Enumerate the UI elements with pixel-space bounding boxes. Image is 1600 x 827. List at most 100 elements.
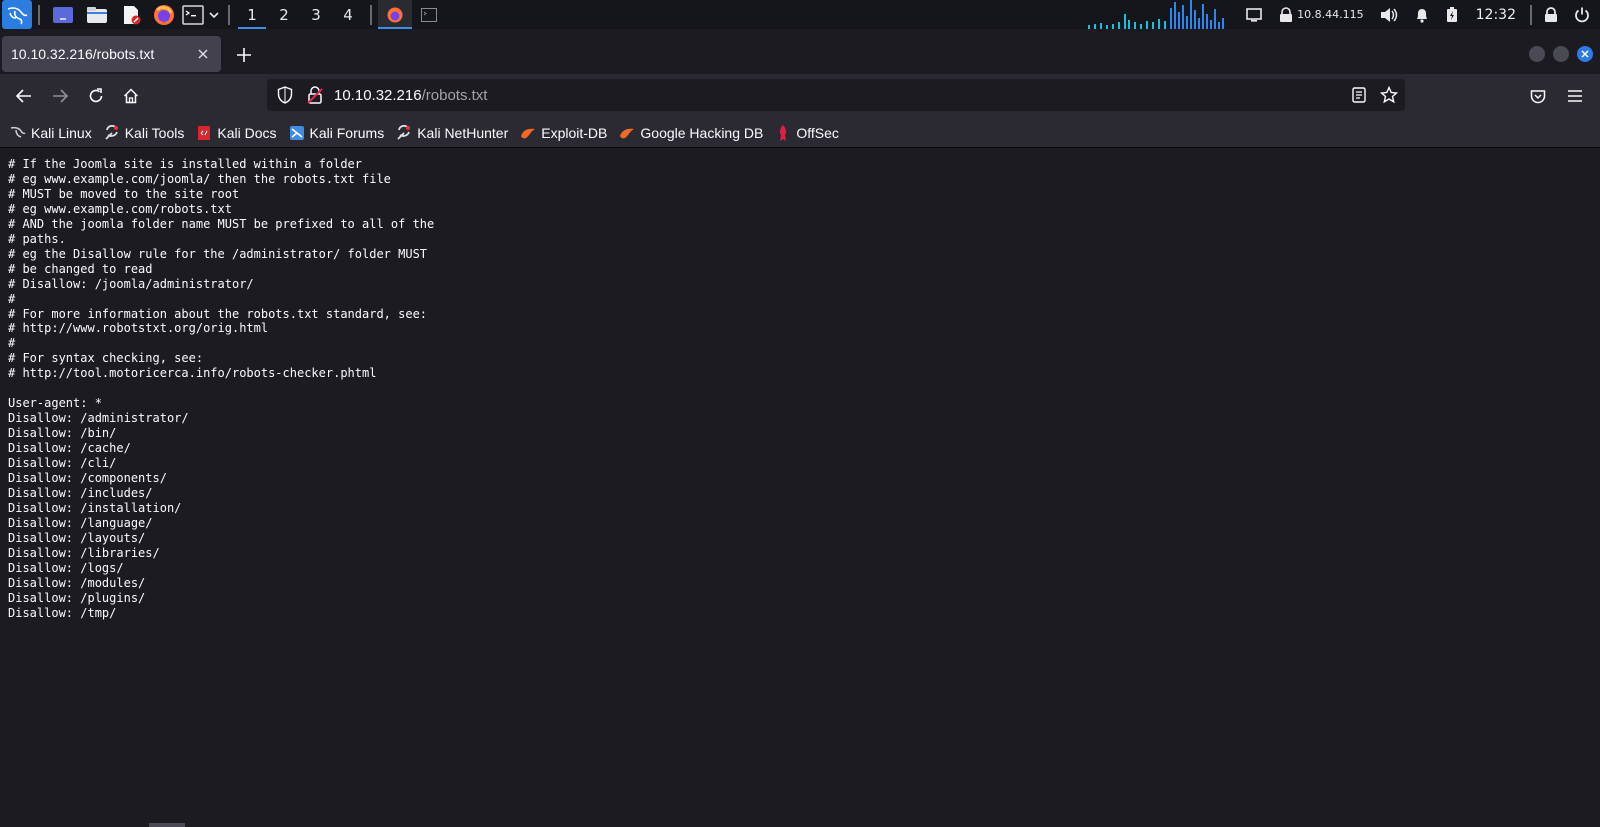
- lock-icon: [1545, 6, 1557, 22]
- panel-clock[interactable]: 12:32: [1466, 7, 1526, 23]
- hamburger-menu-icon: [1568, 90, 1582, 102]
- workspace-label: 1: [247, 5, 257, 24]
- taskbar-firefox-window[interactable]: [378, 0, 412, 29]
- system-tray: 10.8.44.115 12:32: [1086, 0, 1600, 29]
- workspace-1[interactable]: 1: [236, 0, 268, 29]
- url-bar[interactable]: 10.10.32.216/robots.txt: [267, 79, 1405, 111]
- kali-docs-icon: [196, 125, 212, 141]
- network-activity-graph: [1086, 0, 1226, 29]
- terminal-launcher-button[interactable]: [180, 0, 206, 29]
- offsec-icon: [775, 124, 791, 141]
- bookmark-kali-docs[interactable]: Kali Docs: [196, 121, 277, 145]
- forward-button[interactable]: [46, 82, 74, 110]
- tab-close-button[interactable]: [191, 42, 215, 66]
- battery-indicator[interactable]: [1438, 0, 1466, 29]
- taskbar-terminal-window[interactable]: [412, 0, 446, 29]
- reload-icon: [89, 88, 103, 103]
- tab-robots-txt[interactable]: 10.10.32.216/robots.txt: [2, 36, 221, 72]
- kali-dragon-icon: [7, 6, 28, 25]
- insecure-connection-icon[interactable]: [305, 85, 325, 105]
- firefox-icon: [154, 4, 174, 25]
- workspace-2[interactable]: 2: [268, 0, 300, 29]
- top-panel: 1 2 3 4 10.8.44.115 12:32: [0, 0, 1600, 29]
- text-editor-button[interactable]: [114, 0, 148, 29]
- show-desktop-button[interactable]: [46, 0, 80, 29]
- reader-view-button[interactable]: [1349, 85, 1369, 105]
- battery-charging-icon: [1446, 6, 1457, 22]
- power-menu-button[interactable]: [1566, 0, 1600, 29]
- bookmark-kali-forums[interactable]: Kali Forums: [289, 121, 384, 145]
- panel-launchers: 1 2 3 4: [0, 0, 446, 29]
- terminal-dropdown-button[interactable]: [206, 0, 222, 29]
- file-manager-button[interactable]: [80, 0, 114, 29]
- minimize-window-button[interactable]: [1529, 46, 1545, 62]
- url-text[interactable]: 10.10.32.216/robots.txt: [334, 87, 487, 104]
- firefox-launcher-button[interactable]: [148, 0, 180, 29]
- tracking-protection-icon[interactable]: [275, 85, 295, 105]
- bookmark-kali-nethunter[interactable]: Kali NetHunter: [396, 121, 508, 145]
- pocket-icon: [1530, 89, 1546, 103]
- back-button[interactable]: [10, 82, 38, 110]
- home-icon: [123, 88, 139, 104]
- kali-nethunter-icon: [396, 124, 412, 141]
- maximize-window-button[interactable]: [1553, 46, 1569, 62]
- workspace-label: 4: [343, 5, 353, 24]
- reload-button[interactable]: [82, 82, 110, 110]
- close-icon: [198, 49, 208, 59]
- exploit-db-icon: [520, 125, 536, 141]
- ghdb-icon: [619, 125, 635, 141]
- close-window-button[interactable]: [1577, 46, 1593, 62]
- workspace-label: 3: [311, 5, 321, 24]
- url-path: /robots.txt: [421, 86, 488, 104]
- url-host: 10.10.32.216: [334, 86, 422, 104]
- desktop-icon: [53, 6, 73, 23]
- bookmark-star-button[interactable]: [1379, 85, 1399, 105]
- page-content: # If the Joomla site is installed within…: [0, 149, 1600, 827]
- kali-forums-icon: [289, 125, 305, 141]
- terminal-icon: [421, 7, 437, 22]
- text-editor-icon: [124, 5, 141, 24]
- firefox-icon: [387, 7, 403, 22]
- vpn-network-indicator[interactable]: 10.8.44.115: [1270, 0, 1371, 29]
- bookmark-google-hacking-db[interactable]: Google Hacking DB: [619, 121, 763, 145]
- power-icon: [1575, 7, 1589, 22]
- bookmark-offsec[interactable]: OffSec: [775, 121, 839, 145]
- panel-separator: [38, 4, 40, 25]
- browser-tab-bar: 10.10.32.216/robots.txt: [0, 33, 1600, 74]
- bookmark-kali-linux[interactable]: Kali Linux: [10, 121, 92, 145]
- bookmark-exploit-db[interactable]: Exploit-DB: [520, 121, 607, 145]
- navigation-toolbar: 10.10.32.216/robots.txt: [0, 74, 1600, 118]
- bookmark-label: Kali Tools: [124, 124, 185, 141]
- star-icon: [1380, 86, 1398, 104]
- chevron-down-icon: [209, 11, 219, 18]
- bell-icon: [1416, 8, 1427, 23]
- bookmark-label: Kali Linux: [31, 124, 92, 141]
- panel-separator: [1530, 4, 1532, 25]
- new-tab-button[interactable]: [232, 43, 256, 67]
- bookmark-kali-tools[interactable]: Kali Tools: [104, 121, 185, 145]
- bookmark-label: Kali Docs: [217, 124, 277, 141]
- workspace-4[interactable]: 4: [332, 0, 364, 29]
- bookmark-label: Google Hacking DB: [640, 124, 764, 141]
- bookmark-label: Exploit-DB: [541, 124, 608, 141]
- volume-button[interactable]: [1372, 0, 1406, 29]
- bookmarks-toolbar: Kali Linux Kali Tools Kali Docs Kali For…: [0, 118, 1600, 148]
- workspace-3[interactable]: 3: [300, 0, 332, 29]
- kali-menu-button[interactable]: [2, 0, 32, 29]
- horizontal-scrollbar[interactable]: [149, 823, 185, 827]
- arrow-left-icon: [16, 89, 31, 103]
- vpn-ip-address: 10.8.44.115: [1297, 8, 1364, 21]
- lock-screen-button[interactable]: [1536, 0, 1566, 29]
- home-button[interactable]: [117, 82, 145, 110]
- kali-dragon-icon: [10, 125, 26, 141]
- reader-view-icon: [1352, 87, 1366, 103]
- display-settings-button[interactable]: [1238, 0, 1270, 29]
- workspace-label: 2: [279, 5, 289, 24]
- robots-txt-content: # If the Joomla site is installed within…: [8, 157, 435, 620]
- pocket-button[interactable]: [1524, 82, 1552, 110]
- panel-separator: [228, 4, 230, 25]
- folder-icon: [87, 6, 107, 23]
- bookmark-label: Kali NetHunter: [417, 124, 509, 141]
- app-menu-button[interactable]: [1561, 82, 1589, 110]
- notifications-button[interactable]: [1406, 0, 1438, 29]
